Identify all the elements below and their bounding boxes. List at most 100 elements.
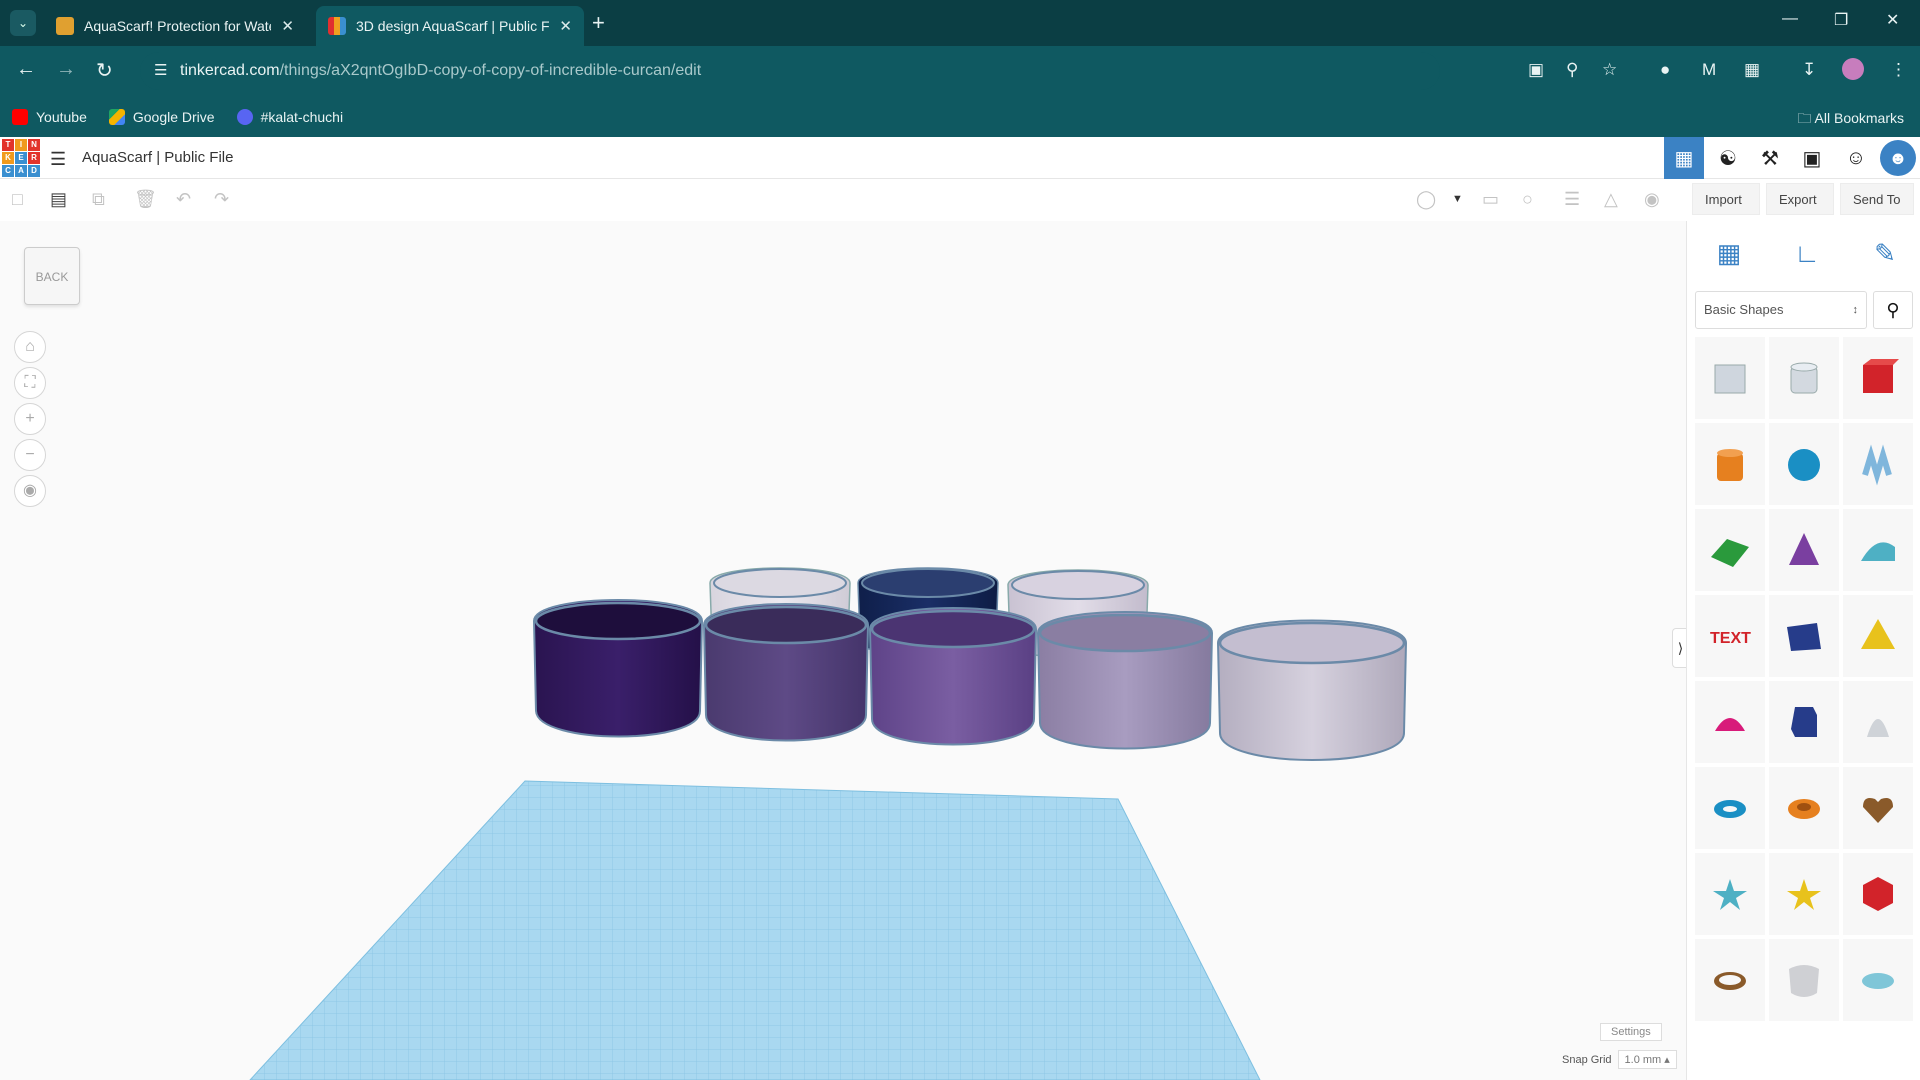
shape-paraboloid[interactable] <box>1843 681 1913 763</box>
duplicate-icon[interactable]: ⧉ <box>92 189 105 210</box>
import-button[interactable]: Import <box>1692 183 1760 215</box>
minimize-icon[interactable]: — <box>1782 10 1798 28</box>
shape-icosahedron[interactable] <box>1843 853 1913 935</box>
search-icon[interactable]: ⚲ <box>1873 291 1913 329</box>
back-arrow-icon[interactable]: ← <box>16 58 36 81</box>
shape-tube[interactable] <box>1769 767 1839 849</box>
add-user-icon[interactable]: ☺ <box>1836 137 1876 179</box>
bookmark-star-icon[interactable]: ☆ <box>1602 60 1617 80</box>
shape-half-sphere[interactable] <box>1695 681 1765 763</box>
3d-view-grid-icon[interactable]: ▦ <box>1664 137 1704 179</box>
download-icon[interactable]: ↧ <box>1802 60 1816 80</box>
redo-icon[interactable]: ↷ <box>214 189 229 210</box>
paste-icon[interactable]: ▤ <box>50 189 67 210</box>
restore-icon[interactable]: ❐ <box>1834 10 1848 30</box>
close-icon[interactable]: ✕ <box>559 17 572 35</box>
profile-avatar[interactable] <box>1842 58 1864 80</box>
cylinder-hole-icon <box>1790 362 1818 394</box>
shape-star-yellow[interactable] <box>1769 853 1839 935</box>
shape-heart[interactable] <box>1843 767 1913 849</box>
sim-lab-icon[interactable]: ▣ <box>1792 137 1832 179</box>
shape-note-icon[interactable]: ▭ <box>1482 189 1499 210</box>
tab-search-button[interactable]: ⌄ <box>10 10 36 36</box>
close-icon[interactable]: ✕ <box>281 17 294 35</box>
shape-cylinder-hole[interactable] <box>1769 337 1839 419</box>
chevron-updown-icon: ↕ <box>1852 304 1859 316</box>
blocks-icon[interactable]: ☯ <box>1708 137 1748 179</box>
shape-box[interactable] <box>1843 337 1913 419</box>
shape-star[interactable] <box>1695 853 1765 935</box>
zoom-out-icon[interactable]: − <box>14 439 46 471</box>
shape-cylinder[interactable] <box>1695 423 1765 505</box>
extensions-puzzle-icon[interactable]: ▦ <box>1744 60 1760 80</box>
shape-round-roof[interactable] <box>1843 509 1913 591</box>
group-icon[interactable]: ○ <box>1522 189 1533 210</box>
mirror-icon[interactable]: △ <box>1604 189 1618 210</box>
export-button[interactable]: Export <box>1766 183 1834 215</box>
copy-icon[interactable]: □ <box>12 189 23 210</box>
all-bookmarks[interactable]: 🗀 All Bookmarks <box>1797 108 1904 132</box>
undo-icon[interactable]: ↶ <box>176 189 191 210</box>
shape-lens[interactable] <box>1843 939 1913 1021</box>
address-bar[interactable]: ☰ tinkercad.com/things/aX2qntOgIbD-copy-… <box>140 52 1440 90</box>
settings-button[interactable]: Settings <box>1600 1023 1662 1041</box>
zoom-in-icon[interactable]: + <box>14 403 46 435</box>
build-pickaxe-icon[interactable]: ⚒ <box>1750 137 1790 179</box>
cup-front-3[interactable] <box>868 607 1038 746</box>
delete-icon[interactable]: 🗑 <box>134 189 157 210</box>
tab-aquascarf[interactable]: AquaScarf! Protection for Waterju ✕ <box>44 6 306 46</box>
send-to-button[interactable]: Send To <box>1840 183 1914 215</box>
bookmark-youtube[interactable]: Youtube <box>12 108 87 125</box>
shape-ring[interactable] <box>1695 939 1765 1021</box>
workplane-scene[interactable] <box>0 221 1686 1080</box>
cruise-icon[interactable]: ◉ <box>1644 189 1660 210</box>
new-tab-button[interactable]: + <box>592 10 605 36</box>
cup-front-5[interactable] <box>1216 619 1408 761</box>
tinkercad-logo[interactable]: T I N K E R C A D <box>2 139 40 177</box>
snap-grid-select[interactable]: 1.0 mm ▴ <box>1617 1050 1677 1069</box>
3d-viewport[interactable]: BACK ⌂ ⛶ + − ◉ Settings Snap Grid 1.0 mm… <box>0 221 1686 1080</box>
shape-text[interactable]: TEXT <box>1695 595 1765 677</box>
tab-tinkercad[interactable]: 3D design AquaScarf | Public File - ✕ <box>316 6 584 46</box>
shape-category-select[interactable]: Basic Shapes ↕ <box>1695 291 1867 329</box>
design-list-icon[interactable]: ☰ <box>50 149 66 170</box>
shape-hole-cylinder[interactable] <box>1769 939 1839 1021</box>
chevron-down-icon[interactable]: ▼ <box>1452 193 1463 205</box>
user-avatar[interactable]: ☻ <box>1880 140 1916 176</box>
reload-icon[interactable]: ↻ <box>96 58 113 83</box>
home-view-icon[interactable]: ⌂ <box>14 331 46 363</box>
perspective-icon[interactable]: ◉ <box>14 475 46 507</box>
bookmark-google-drive[interactable]: Google Drive <box>108 108 215 125</box>
shape-cone[interactable] <box>1769 509 1839 591</box>
view-cube[interactable]: BACK <box>24 247 80 305</box>
notes-icon[interactable]: ✎ <box>1863 231 1907 275</box>
design-title[interactable]: AquaScarf | Public File <box>82 149 233 166</box>
bookmark-discord[interactable]: #kalat-chuchi <box>236 108 343 125</box>
close-window-icon[interactable]: ✕ <box>1886 10 1899 30</box>
shape-pyramid[interactable] <box>1843 595 1913 677</box>
install-app-icon[interactable]: ▣ <box>1528 60 1544 80</box>
shape-torus[interactable] <box>1695 767 1765 849</box>
workplane-grid[interactable] <box>249 780 1261 1080</box>
shape-hexagonal-prism[interactable] <box>1769 681 1839 763</box>
align-icon[interactable]: ☰ <box>1564 189 1580 210</box>
zoom-icon[interactable]: ⚲ <box>1566 60 1578 80</box>
shape-roof[interactable] <box>1695 509 1765 591</box>
half-sphere-icon <box>1715 718 1745 731</box>
light-bulb-icon[interactable]: ◯ <box>1416 189 1436 210</box>
cup-front-1[interactable] <box>532 599 704 738</box>
menu-kebab-icon[interactable]: ⋮ <box>1890 60 1907 80</box>
shape-sphere[interactable] <box>1769 423 1839 505</box>
workplane-grid-icon[interactable]: ▦ <box>1707 231 1751 275</box>
site-info-icon[interactable]: ☰ <box>154 61 167 79</box>
fit-view-icon[interactable]: ⛶ <box>14 367 46 399</box>
extension-m-icon[interactable]: M <box>1702 60 1716 80</box>
shape-half-cylinder-prism[interactable] <box>1769 595 1839 677</box>
shape-scribble[interactable] <box>1843 423 1913 505</box>
grammarly-icon[interactable]: ● <box>1660 60 1670 80</box>
cup-front-2[interactable] <box>702 603 870 742</box>
cup-front-4[interactable] <box>1036 611 1214 750</box>
shape-box-hole[interactable] <box>1695 337 1765 419</box>
ruler-icon[interactable]: ∟ <box>1785 231 1829 275</box>
forward-arrow-icon[interactable]: → <box>56 58 76 81</box>
